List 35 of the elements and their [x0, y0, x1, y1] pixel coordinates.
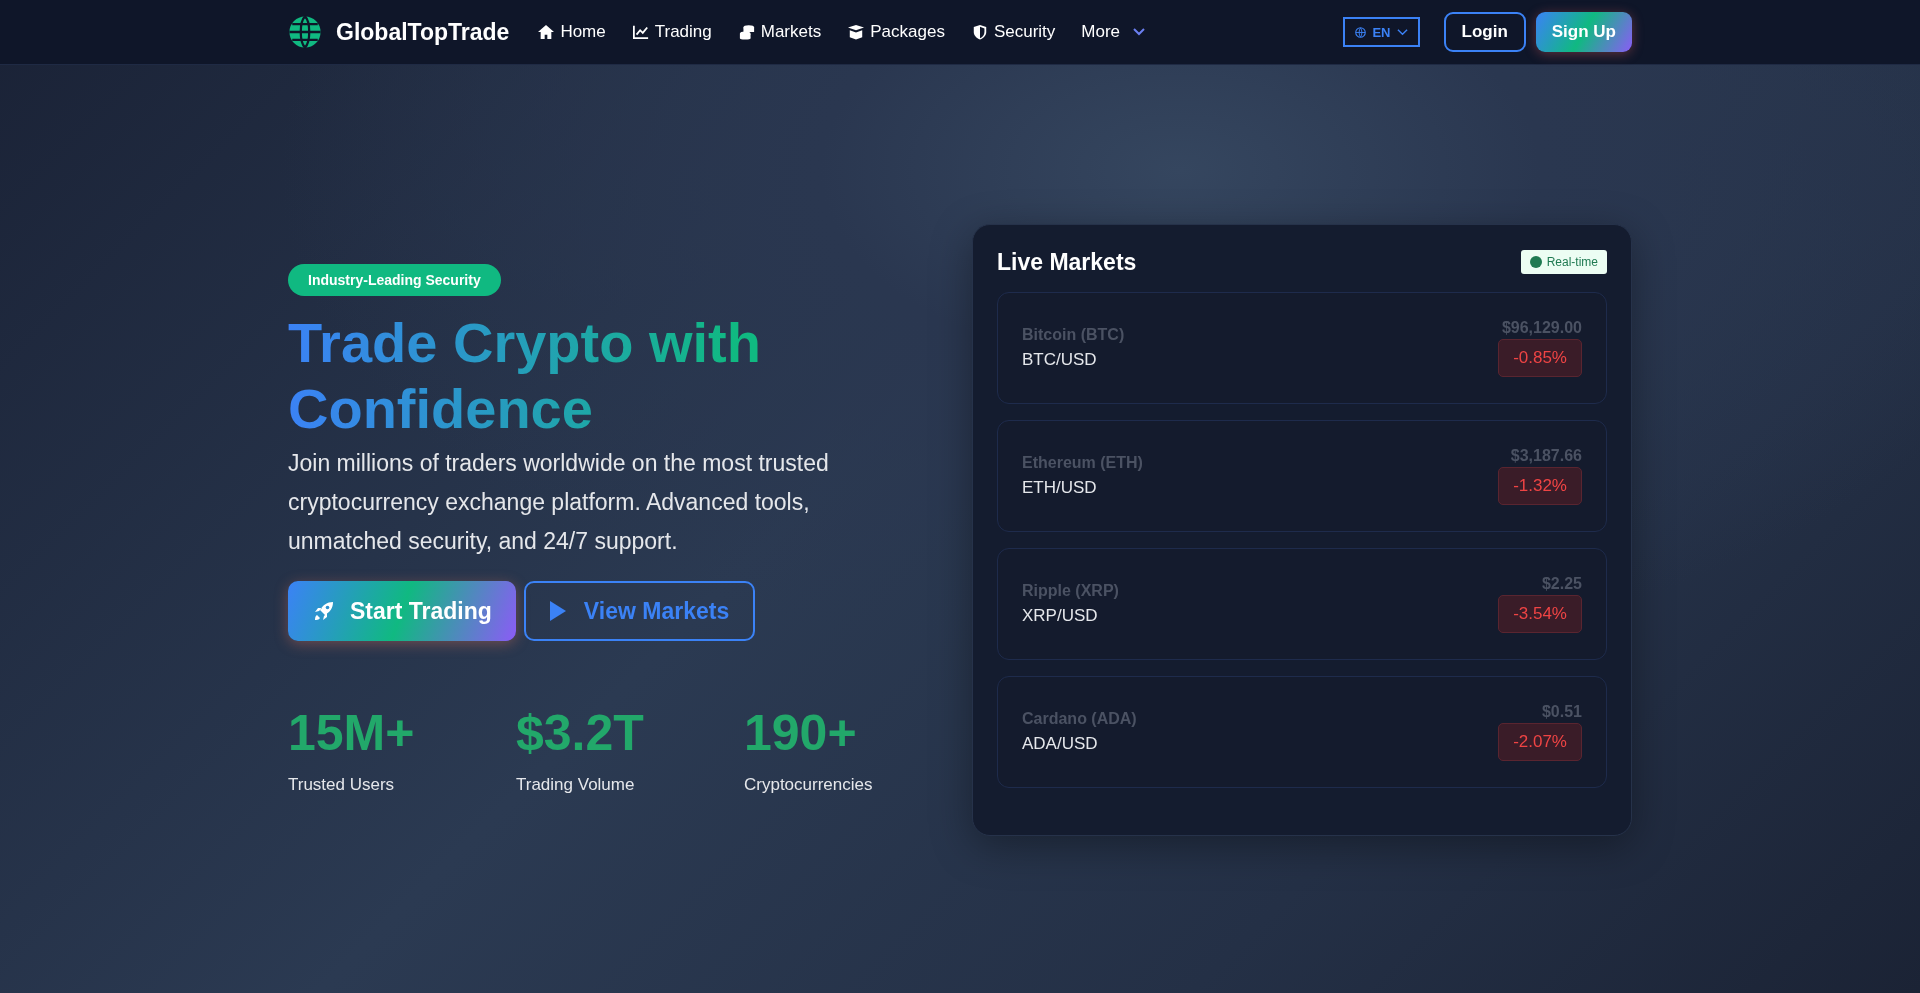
security-badge: Industry-Leading Security	[288, 264, 501, 296]
hero-description: Join millions of traders worldwide on the most trusted cryptocurrency exchange platform. Advanced tools, unmatched security, and 24/7 support.	[288, 449, 830, 556]
price-change: -1.32%	[1498, 466, 1582, 505]
more-menu[interactable]: More	[1081, 22, 1146, 42]
card-title: Live Markets	[997, 248, 1137, 276]
rocket-icon	[312, 599, 336, 623]
chart-icon	[631, 24, 650, 40]
stat-value: $3.2T	[516, 707, 645, 759]
stat-value: 15M+	[288, 707, 416, 759]
box-icon	[847, 24, 866, 40]
chevron-down-icon	[1133, 28, 1146, 36]
language-selector[interactable]: EN	[1343, 17, 1420, 47]
chevron-down-icon	[1396, 26, 1408, 38]
login-button[interactable]: Login	[1443, 12, 1526, 52]
globe-icon	[1355, 26, 1367, 38]
brand-name[interactable]: GlobalTopTrade	[336, 18, 510, 46]
price-change: -2.07%	[1498, 722, 1582, 761]
nav-link[interactable]: Home	[537, 22, 606, 42]
price-change: -0.85%	[1498, 338, 1582, 377]
trading-pair: BTC/USD	[1022, 349, 1098, 370]
nav-link[interactable]: Packages	[847, 22, 945, 42]
nav-link[interactable]: Markets	[737, 22, 822, 42]
realtime-badge: Real-time	[1520, 250, 1607, 274]
trading-pair: ADA/USD	[1022, 733, 1099, 754]
nav-link[interactable]: Security	[970, 22, 1056, 42]
stat-value: 190+	[744, 707, 858, 759]
nav-link[interactable]: Trading	[631, 22, 712, 42]
stat-label: Cryptocurrencies	[744, 775, 874, 795]
trading-pair: ETH/USD	[1022, 477, 1098, 498]
home-icon	[537, 24, 556, 40]
stat-label: Trusted Users	[288, 775, 396, 795]
trading-pair: XRP/USD	[1022, 605, 1099, 626]
globe-logo-icon	[288, 15, 322, 49]
price-change: -3.54%	[1498, 594, 1582, 633]
stat-label: Trading Volume	[516, 775, 636, 795]
